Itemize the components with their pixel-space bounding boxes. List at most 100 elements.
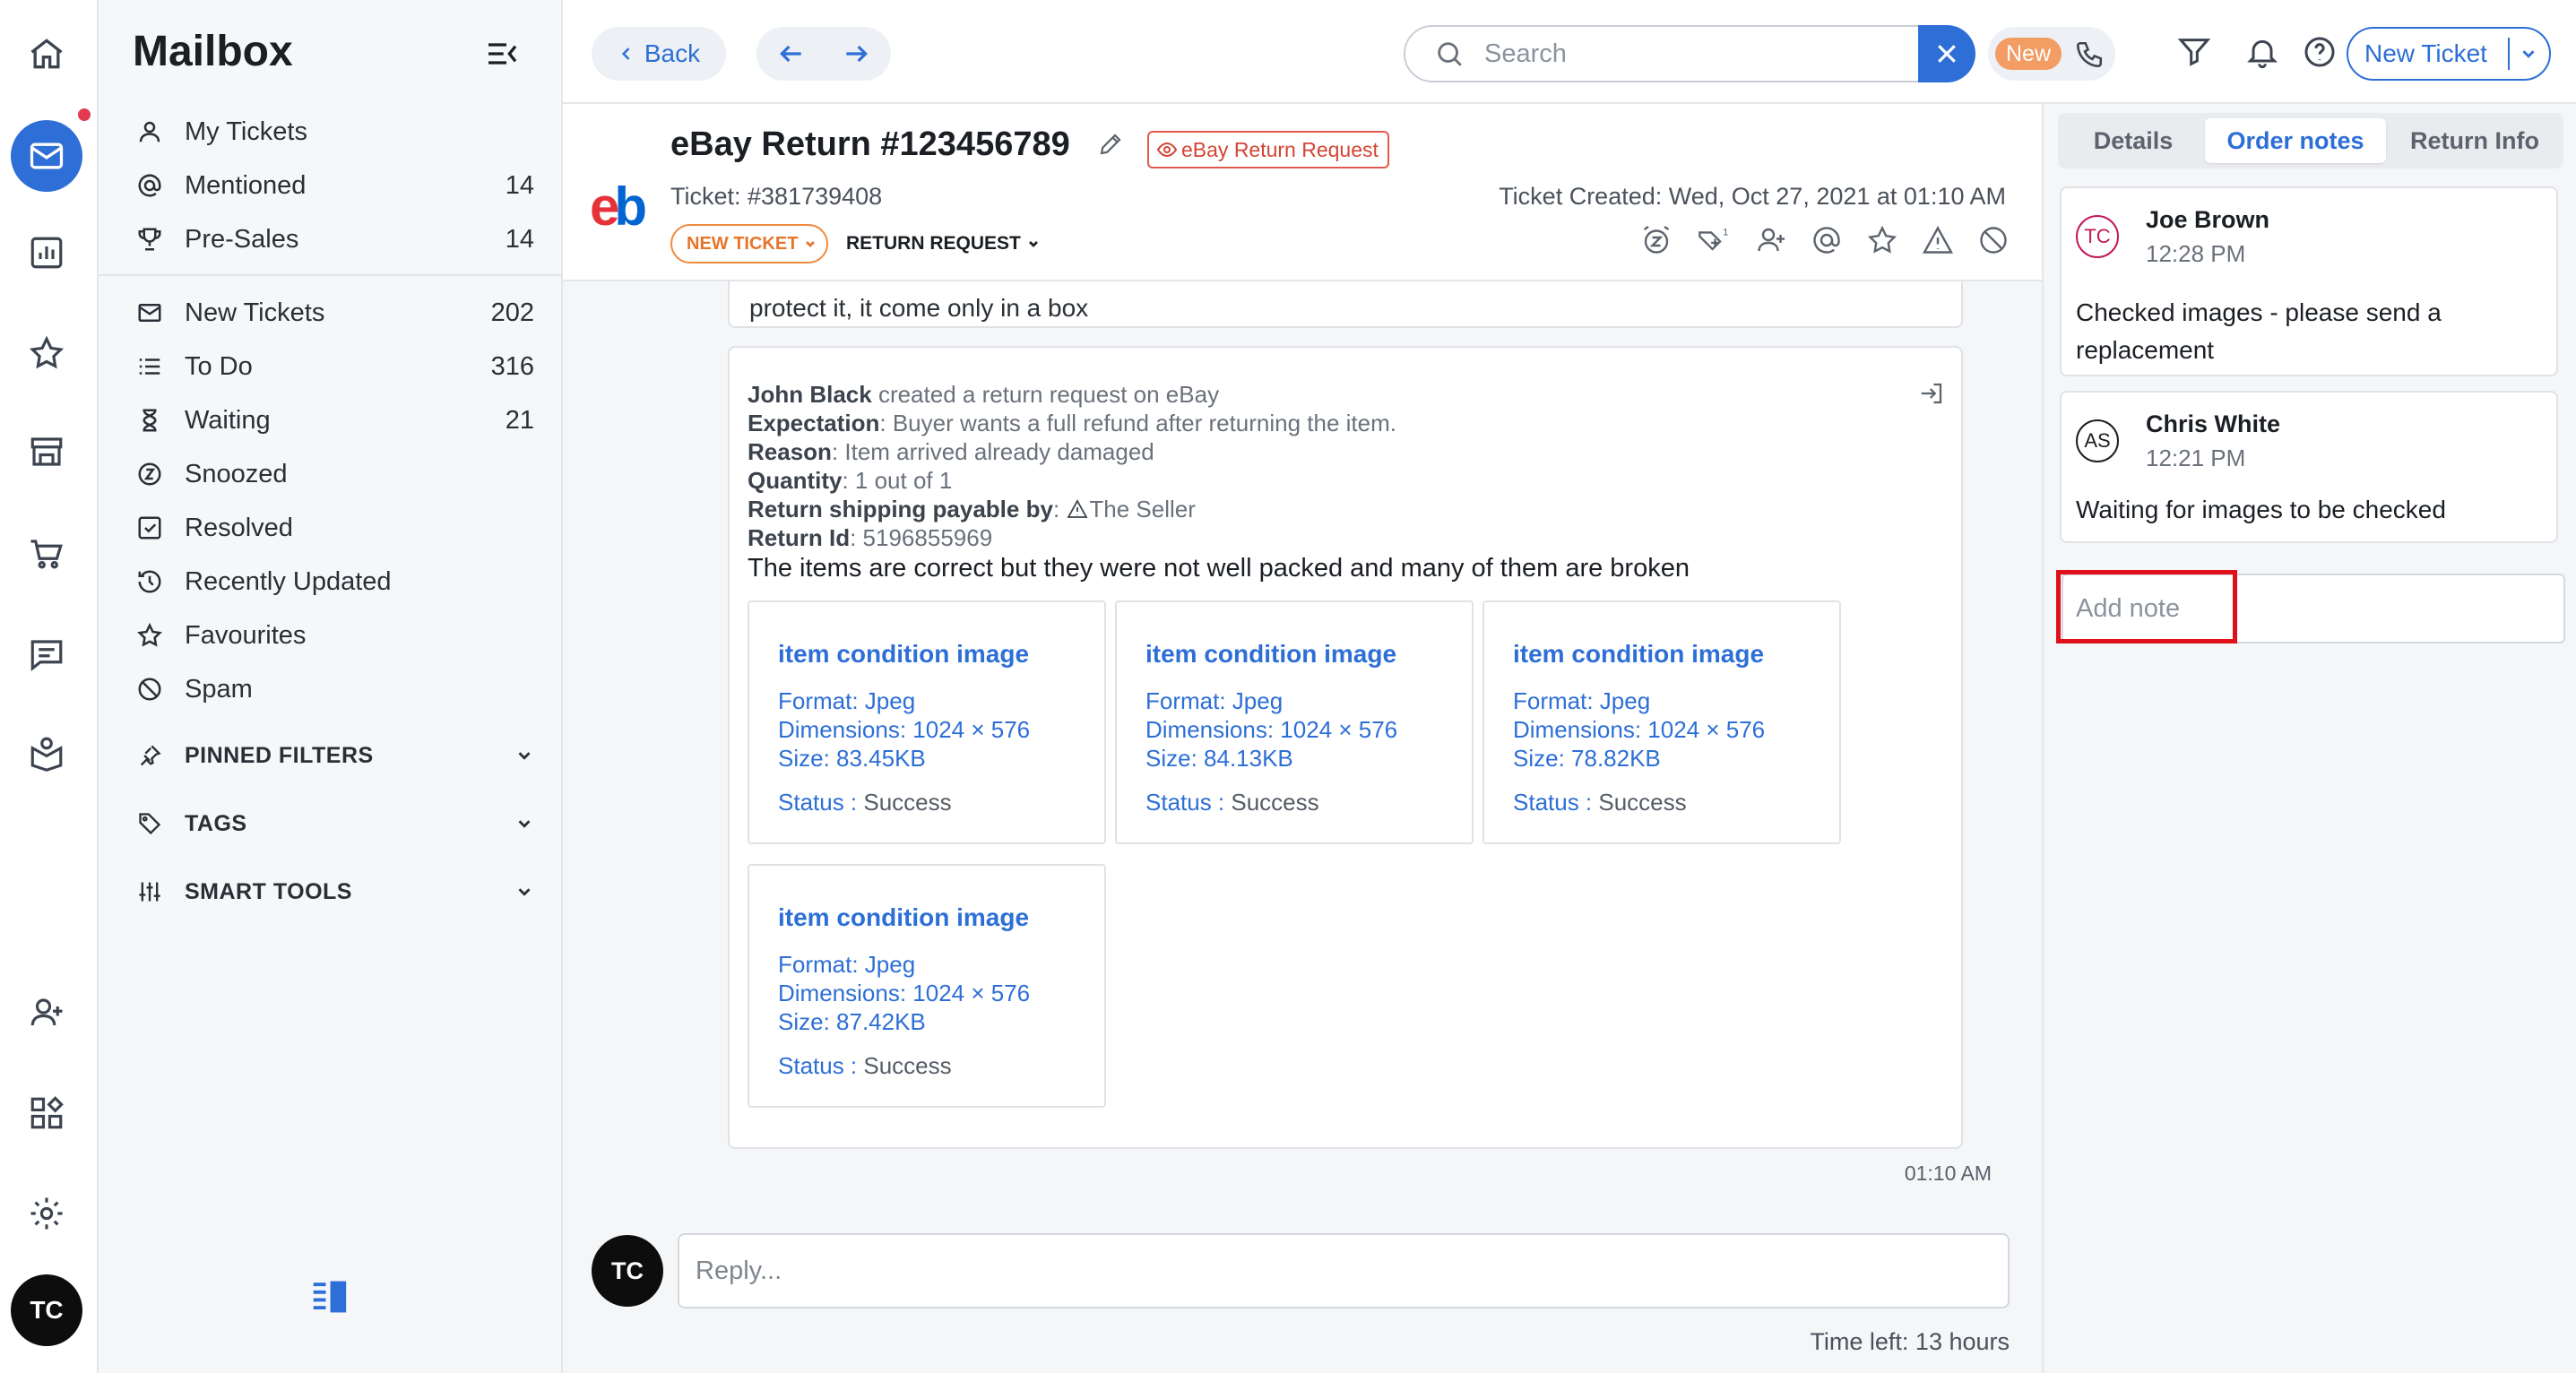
image-attachment-card[interactable]: item condition image Format: Jpeg Dimensi… (1115, 600, 1474, 844)
sidebar-item-new-tickets[interactable]: New Tickets 202 (133, 290, 534, 335)
arrow-right-icon[interactable] (842, 39, 870, 68)
cart-icon[interactable] (22, 529, 72, 579)
chat-icon[interactable] (22, 629, 72, 679)
arrow-left-icon[interactable] (777, 39, 806, 68)
type-label: RETURN REQUEST (846, 233, 1021, 254)
tags-section[interactable]: TAGS (133, 801, 534, 846)
sidebar-item-resolved[interactable]: Resolved (133, 505, 534, 550)
section-label: TAGS (185, 810, 247, 836)
tab-details[interactable]: Details (2067, 118, 2200, 163)
sidebar-item-spam[interactable]: Spam (133, 667, 534, 712)
image-status: Status : Success (778, 1052, 952, 1079)
sidebar-item-recently-updated[interactable]: Recently Updated (133, 559, 534, 604)
image-title[interactable]: item condition image (1145, 640, 1396, 669)
sidebar-item-label: My Tickets (185, 117, 307, 146)
previous-message-text: protect it, it come only in a box (749, 294, 1089, 322)
pin-icon (133, 743, 167, 768)
tag-count-icon[interactable]: 1 (1696, 224, 1732, 256)
apps-icon[interactable] (22, 1088, 72, 1138)
panel-tabs: Details Order notes Return Info (2058, 113, 2563, 168)
pinned-filters-section[interactable]: PINNED FILTERS (133, 733, 534, 778)
store-icon[interactable] (22, 427, 72, 477)
collapse-menu-icon[interactable] (484, 38, 520, 70)
panel-toggle-icon[interactable] (310, 1280, 348, 1314)
svg-text:1: 1 (1723, 227, 1728, 237)
reply-area: TC Reply... Time left: 13 hours (563, 1231, 2042, 1373)
sidebar-item-label: Recently Updated (185, 566, 392, 596)
hourglass-icon (133, 403, 167, 437)
filter-icon[interactable] (2176, 34, 2212, 70)
favourite-star-icon[interactable] (1866, 224, 1898, 256)
list-icon (133, 350, 167, 384)
chevron-down-icon[interactable] (514, 814, 534, 833)
chevron-down-icon[interactable] (514, 882, 534, 902)
block-icon (133, 672, 167, 706)
sidebar-item-snoozed[interactable]: Snoozed (133, 452, 534, 497)
sidebar-item-my-tickets[interactable]: My Tickets (133, 109, 534, 154)
mention-icon[interactable] (1811, 224, 1843, 256)
status-label: NEW TICKET (687, 233, 799, 254)
image-attachment-card[interactable]: item condition image Format: Jpeg Dimensi… (748, 600, 1106, 844)
sidebar-item-pre-sales[interactable]: Pre-Sales 14 (133, 217, 534, 262)
help-icon[interactable] (2302, 34, 2338, 70)
back-button[interactable]: Back (592, 27, 726, 81)
reply-input[interactable]: Reply... (678, 1233, 2010, 1308)
sidebar-item-waiting[interactable]: Waiting 21 (133, 398, 534, 443)
sidebar-item-mentioned[interactable]: Mentioned 14 (133, 163, 534, 208)
person-icon (133, 115, 167, 149)
author-name: John Black (748, 381, 872, 408)
chevron-down-icon[interactable] (2519, 44, 2538, 64)
block-icon[interactable] (1977, 224, 2010, 256)
bell-icon[interactable] (2244, 34, 2280, 70)
status-dropdown[interactable]: NEW TICKET (670, 224, 829, 263)
note-text: Checked images - please send a replaceme… (2076, 298, 2442, 364)
image-title[interactable]: item condition image (1513, 640, 1764, 669)
type-dropdown[interactable]: RETURN REQUEST (846, 224, 1041, 263)
sidebar-item-label: Pre-Sales (185, 224, 299, 254)
new-ticket-button[interactable]: New Ticket (2347, 27, 2551, 81)
search-field[interactable]: Search (1404, 25, 1923, 82)
image-title[interactable]: item condition image (778, 903, 1029, 932)
image-status: Status : Success (1513, 789, 1687, 816)
settings-icon[interactable] (22, 1188, 72, 1239)
sidebar-item-favourites[interactable]: Favourites (133, 613, 534, 658)
ticket-title: eBay Return #123456789 (670, 125, 1070, 163)
return-request-card: John Black created a return request on e… (728, 346, 1963, 1149)
add-user-icon[interactable] (22, 988, 72, 1038)
assign-user-icon[interactable] (1755, 224, 1787, 256)
home-icon[interactable] (22, 29, 72, 79)
ebay-logo: eb (590, 177, 647, 237)
snooze-clock-icon[interactable] (1640, 224, 1673, 256)
tab-order-notes[interactable]: Order notes (2205, 118, 2386, 163)
highlight-box (2056, 570, 2237, 643)
sidebar-item-label: Waiting (185, 405, 271, 435)
ticket-nav (756, 27, 891, 81)
new-call-widget[interactable]: New (1988, 27, 2115, 81)
order-notes-panel: Details Order notes Return Info TC Joe B… (2042, 104, 2576, 1373)
at-icon (133, 168, 167, 203)
smart-tools-section[interactable]: SMART TOOLS (133, 869, 534, 914)
reports-icon[interactable] (22, 228, 72, 278)
sidebar-item-to-do[interactable]: To Do 316 (133, 344, 534, 389)
star-icon[interactable] (22, 328, 72, 378)
trophy-icon (133, 222, 167, 256)
user-avatar[interactable]: TC (11, 1274, 82, 1346)
image-attachment-card[interactable]: item condition image Format: Jpeg Dimensi… (748, 864, 1106, 1108)
search-placeholder: Search (1484, 39, 1567, 68)
knowledge-base-icon[interactable] (22, 728, 72, 778)
open-external-icon[interactable] (1918, 380, 1945, 407)
avatar: AS (2076, 419, 2119, 462)
tab-return-info[interactable]: Return Info (2391, 118, 2558, 163)
ticket-actions: 1 (1640, 224, 2010, 256)
chevron-down-icon[interactable] (514, 746, 534, 765)
snooze-icon (133, 457, 167, 491)
mailbox-icon[interactable] (11, 120, 82, 192)
edit-pencil-icon[interactable] (1097, 131, 1124, 158)
image-title[interactable]: item condition image (778, 640, 1029, 669)
search-icon (1434, 39, 1465, 69)
time-left: Time left: 13 hours (1810, 1328, 2010, 1355)
warning-icon[interactable] (1922, 224, 1954, 256)
image-attachment-card[interactable]: item condition image Format: Jpeg Dimensi… (1482, 600, 1841, 844)
phone-icon[interactable] (2074, 39, 2105, 70)
search-clear-button[interactable] (1918, 25, 1975, 82)
